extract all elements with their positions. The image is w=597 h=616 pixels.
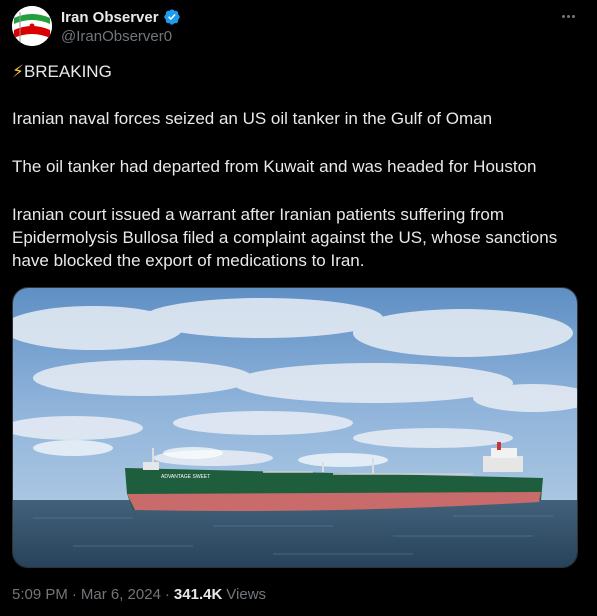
verified-badge-icon: [163, 9, 180, 25]
more-options-button[interactable]: [557, 8, 579, 24]
breaking-label: BREAKING: [23, 62, 112, 81]
views-label: Views: [226, 586, 267, 603]
post-photo[interactable]: ADVANTAGE SWEET: [12, 287, 578, 568]
breaking-line: ⚡BREAKING: [12, 60, 112, 83]
post-header: Iran Observer @IranObserver0: [12, 6, 585, 48]
post-time[interactable]: 5:09 PM: [12, 586, 68, 603]
name-row: Iran Observer: [61, 8, 181, 26]
views-count: 341.4K: [173, 586, 223, 603]
more-dot-icon: [566, 14, 570, 18]
meta-separator: ·: [71, 586, 77, 603]
handle[interactable]: @IranObserver0: [61, 28, 172, 45]
post-date[interactable]: Mar 6, 2024: [81, 586, 161, 603]
post-paragraph: Iranian court issued a warrant after Ira…: [12, 205, 562, 270]
ship-name-text: ADVANTAGE SWEET: [161, 474, 210, 480]
avatar[interactable]: [12, 6, 52, 46]
meta-separator: ·: [164, 586, 170, 603]
iran-flag-icon: [12, 6, 52, 46]
post-paragraph: The oil tanker had departed from Kuwait …: [12, 157, 537, 176]
post-paragraph: Iranian naval forces seized an US oil ta…: [12, 109, 493, 128]
more-dot-icon: [571, 14, 575, 18]
post-meta: 5:09 PM · Mar 6, 2024 · 341.4K Views: [12, 586, 266, 603]
lightning-icon: ⚡: [12, 62, 24, 81]
more-dot-icon: [561, 14, 565, 18]
display-name[interactable]: Iran Observer: [61, 9, 159, 26]
tanker-photo-image: ADVANTAGE SWEET: [13, 288, 577, 567]
